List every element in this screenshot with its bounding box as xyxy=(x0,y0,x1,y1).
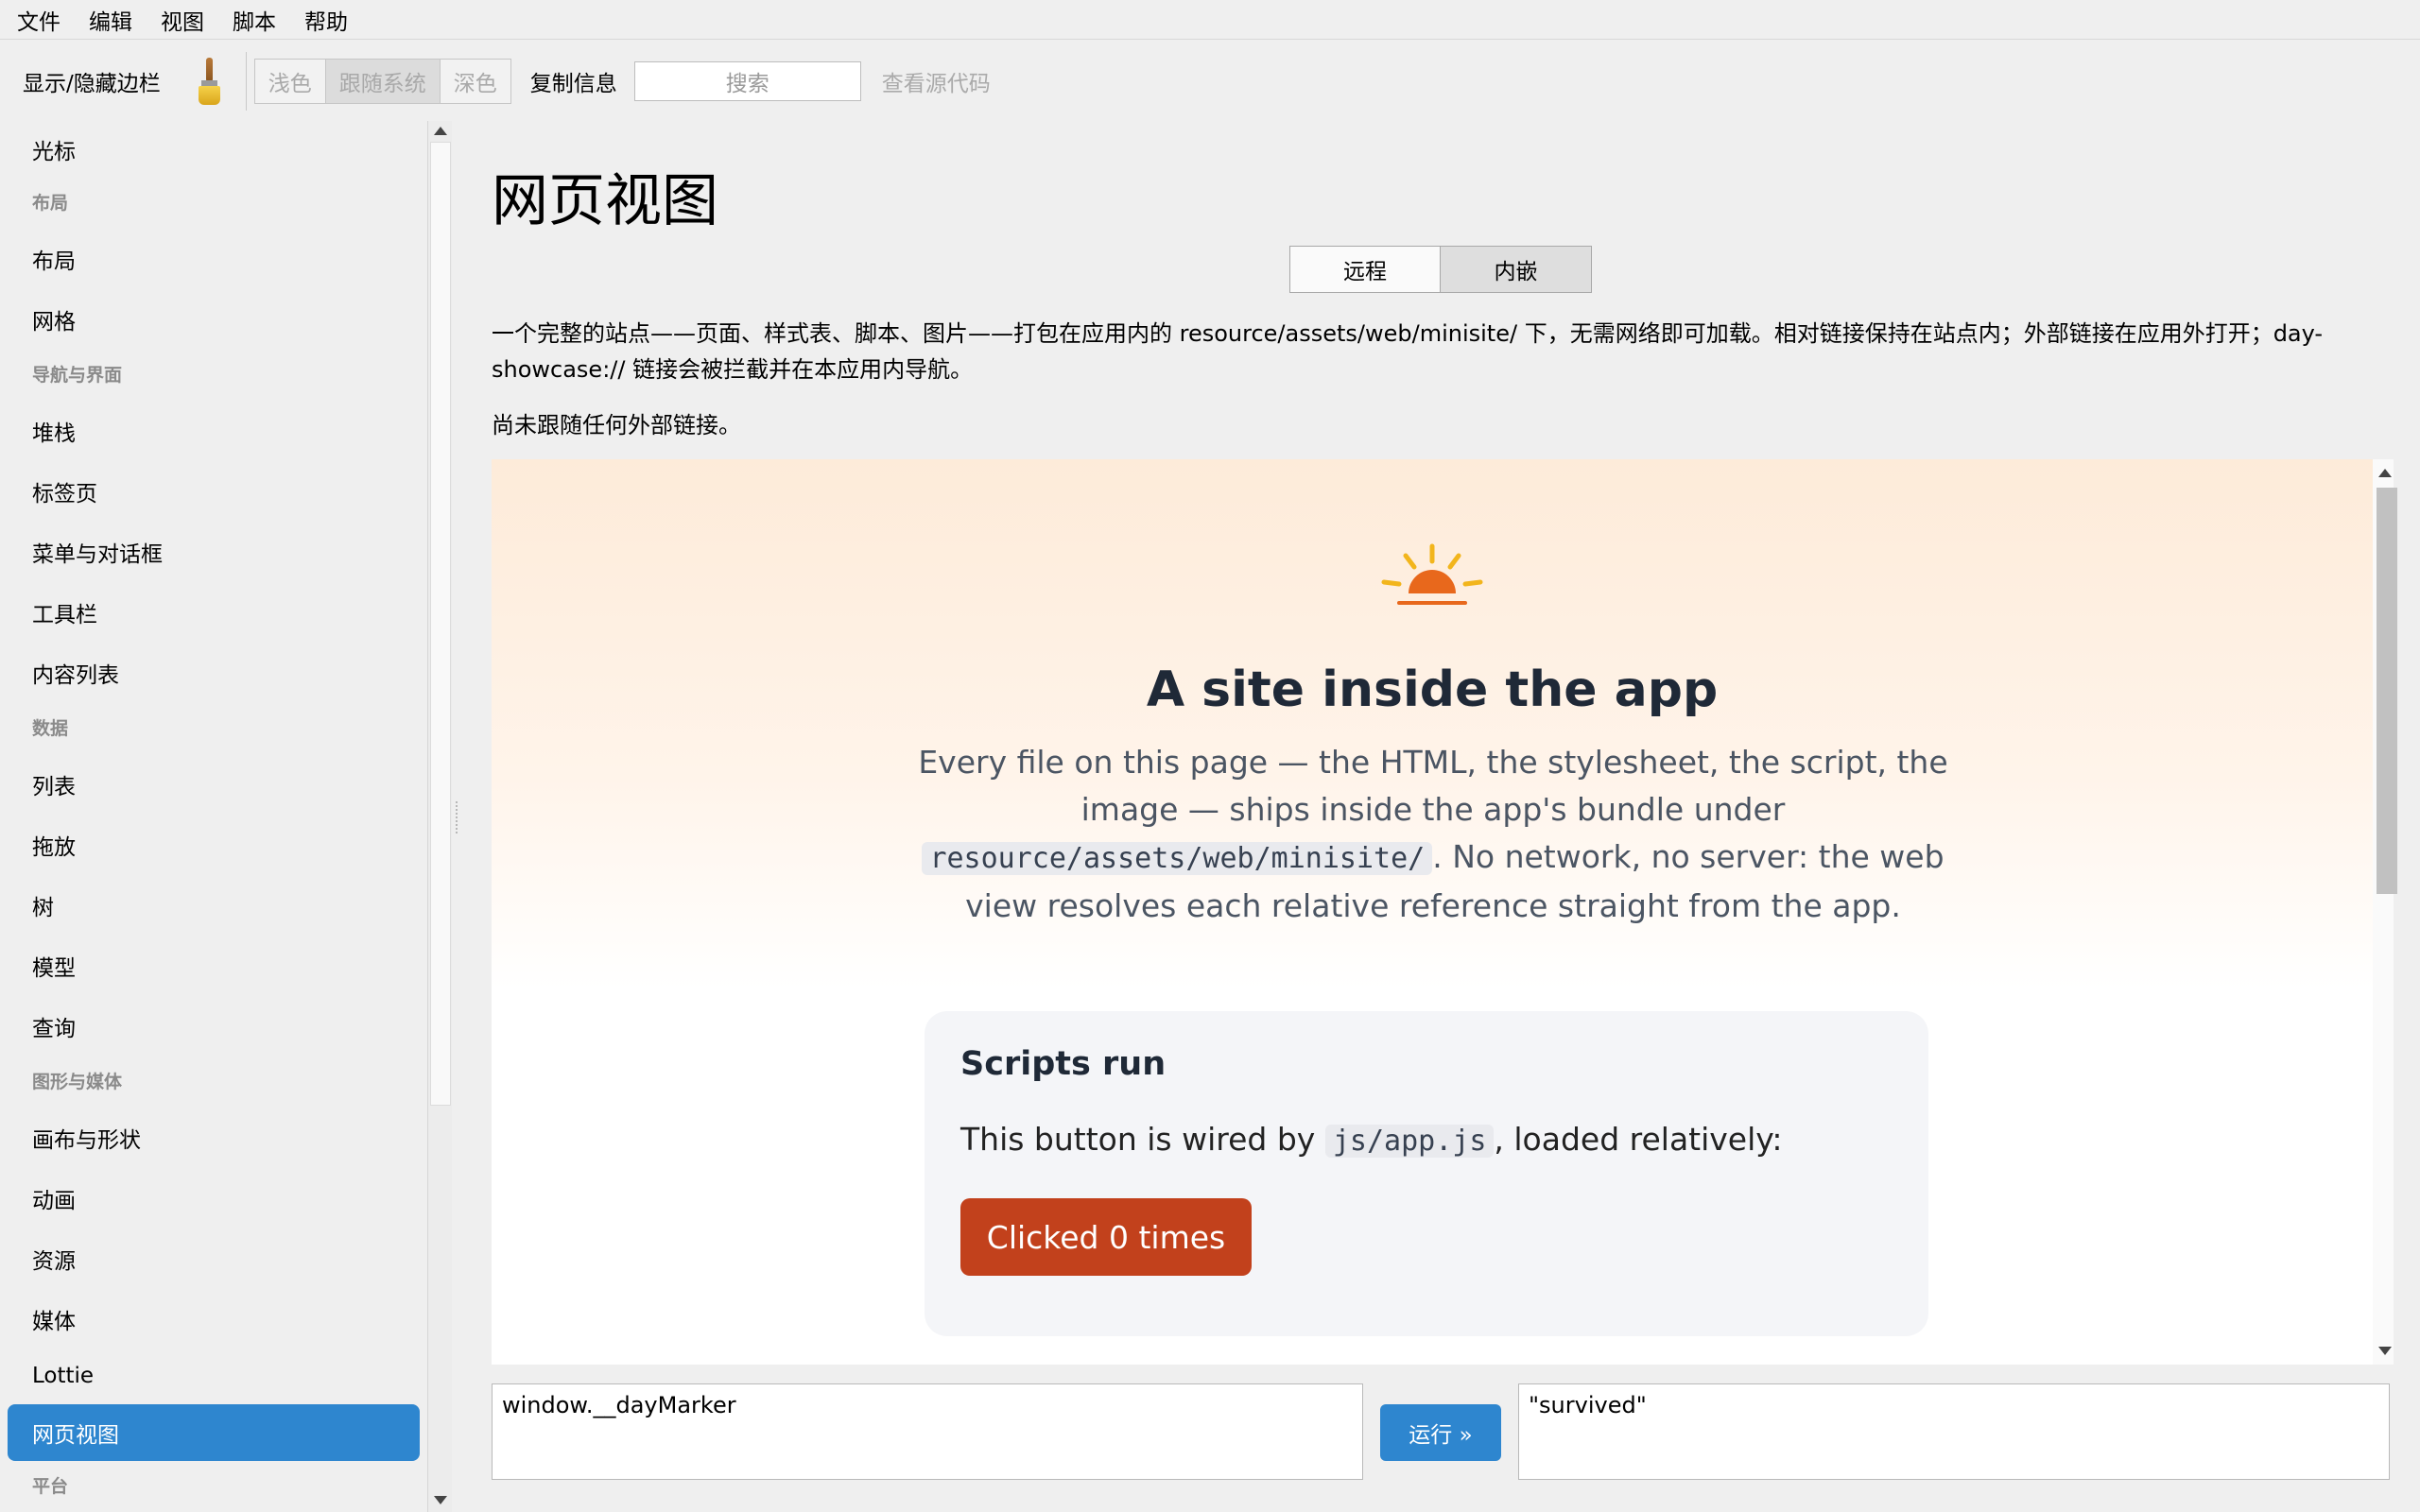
sidebar-item-label: 光标 xyxy=(32,140,76,164)
theme-light-button[interactable]: 浅色 xyxy=(253,59,326,104)
view-source-button[interactable]: 查看源代码 xyxy=(882,65,991,97)
card-text: This button is wired by js/app.js, loade… xyxy=(960,1121,1783,1158)
sidebar-item-label: 网页视图 xyxy=(32,1423,119,1448)
scroll-down-icon[interactable] xyxy=(434,1496,447,1504)
scripts-card: Scripts run This button is wired by js/a… xyxy=(925,1011,1928,1336)
script-input[interactable]: window.__dayMarker xyxy=(492,1383,1363,1480)
scroll-up-icon[interactable] xyxy=(2378,469,2392,477)
toolbar-separator xyxy=(245,52,247,111)
card-title: Scripts run xyxy=(960,1045,1167,1083)
sidebar-section-graphics: 图形与媒体 xyxy=(32,1072,123,1092)
sidebar-item-label: 布局 xyxy=(32,249,76,274)
sidebar-section-data: 数据 xyxy=(32,718,69,739)
paintbrush-icon[interactable] xyxy=(193,58,225,105)
run-button[interactable]: 运行 » xyxy=(1380,1404,1501,1461)
sidebar-item-tree[interactable]: 树 xyxy=(8,877,420,934)
hero-text: Every file on this page — the HTML, the … xyxy=(913,739,1953,930)
sidebar-item-animation[interactable]: 动画 xyxy=(8,1170,420,1227)
sidebar-section-platform: 平台 xyxy=(32,1476,69,1497)
sidebar-item-model[interactable]: 模型 xyxy=(8,937,420,994)
sidebar-section-layout: 布局 xyxy=(32,193,69,214)
sidebar-item-resources[interactable]: 资源 xyxy=(8,1230,420,1287)
card-text-part: , loaded relatively: xyxy=(1494,1121,1783,1158)
click-counter-button[interactable]: Clicked 0 times xyxy=(960,1198,1252,1276)
menu-help[interactable]: 帮助 xyxy=(304,4,348,36)
sidebar-item-label: 查询 xyxy=(32,1017,76,1041)
menu-script[interactable]: 脚本 xyxy=(233,4,276,36)
hero-code-path: resource/assets/web/minisite/ xyxy=(922,842,1433,875)
sidebar-item-label: 资源 xyxy=(32,1249,76,1274)
theme-dark-button[interactable]: 深色 xyxy=(440,59,511,104)
sidebar-item-label: 菜单与对话框 xyxy=(32,542,163,567)
sidebar-item-drag-drop[interactable]: 拖放 xyxy=(8,816,420,873)
sidebar-item-label: 工具栏 xyxy=(32,603,97,627)
sidebar-item-media[interactable]: 媒体 xyxy=(8,1291,420,1348)
sidebar-item-canvas-shapes[interactable]: 画布与形状 xyxy=(8,1109,420,1166)
menu-view[interactable]: 视图 xyxy=(161,4,204,36)
script-output: "survived" xyxy=(1518,1383,2390,1480)
sidebar-section-navigation: 导航与界面 xyxy=(32,365,123,386)
sidebar-item-label: Lottie xyxy=(32,1364,95,1388)
sidebar-item-query[interactable]: 查询 xyxy=(8,998,420,1055)
sidebar-item-label: 网格 xyxy=(32,310,76,335)
sidebar-item-label: 列表 xyxy=(32,775,76,799)
page-description: 一个完整的站点——页面、样式表、脚本、图片——打包在应用内的 resource/… xyxy=(492,320,2324,383)
hero-section: A site inside the app Every file on this… xyxy=(492,459,2373,988)
menubar: 文件 编辑 视图 脚本 帮助 xyxy=(0,0,2420,40)
sidebar-item-webview[interactable]: 网页视图 xyxy=(8,1404,420,1461)
hero-title: A site inside the app xyxy=(1146,662,1719,718)
webview-scrollbar[interactable] xyxy=(2373,459,2397,1365)
mode-selector: 远程 内嵌 xyxy=(1289,246,1592,293)
sidebar-item-content-list[interactable]: 内容列表 xyxy=(8,644,420,701)
toolbar: 显示/隐藏边栏 浅色 跟随系统 深色 复制信息 搜索 查看源代码 xyxy=(0,42,2420,121)
copy-info-button[interactable]: 复制信息 xyxy=(530,65,617,97)
main-panel: 网页视图 远程 内嵌 一个完整的站点——页面、样式表、脚本、图片——打包在应用内… xyxy=(459,121,2420,1512)
card-text-part: This button is wired by xyxy=(960,1121,1325,1158)
sidebar-item-grid[interactable]: 网格 xyxy=(8,291,420,348)
toggle-sidebar-button[interactable]: 显示/隐藏边栏 xyxy=(23,65,161,97)
sidebar-item-label: 堆栈 xyxy=(32,421,76,446)
sidebar-item-stack[interactable]: 堆栈 xyxy=(8,403,420,459)
page-title: 网页视图 xyxy=(492,168,718,234)
scroll-down-icon[interactable] xyxy=(2378,1347,2392,1355)
sidebar-scrollbar[interactable] xyxy=(427,121,452,1512)
menu-edit[interactable]: 编辑 xyxy=(89,4,132,36)
sidebar-item-menus-dialogs[interactable]: 菜单与对话框 xyxy=(8,524,420,580)
scroll-up-icon[interactable] xyxy=(434,127,447,135)
sidebar-item-label: 动画 xyxy=(32,1189,76,1213)
web-view[interactable]: A site inside the app Every file on this… xyxy=(492,459,2373,1365)
sidebar-item-list[interactable]: 列表 xyxy=(8,756,420,813)
sidebar-item-toolbar[interactable]: 工具栏 xyxy=(8,584,420,641)
sidebar-item-label: 画布与形状 xyxy=(32,1128,141,1153)
sidebar-item-layout[interactable]: 布局 xyxy=(8,231,420,287)
sidebar-item-label: 模型 xyxy=(32,956,76,981)
card-code: js/app.js xyxy=(1324,1125,1495,1158)
link-status-text: 尚未跟随任何外部链接。 xyxy=(492,412,741,438)
menu-file[interactable]: 文件 xyxy=(17,4,60,36)
sunrise-icon xyxy=(1381,543,1483,605)
sidebar-item-label: 内容列表 xyxy=(32,663,119,688)
theme-selector: 浅色 跟随系统 深色 xyxy=(253,59,511,104)
hero-text-part: Every file on this page — the HTML, the … xyxy=(918,744,1948,828)
scrollbar-thumb[interactable] xyxy=(2377,488,2397,894)
sidebar-item-lottie[interactable]: Lottie xyxy=(8,1348,420,1404)
mode-remote-button[interactable]: 远程 xyxy=(1289,246,1441,293)
scrollbar-thumb[interactable] xyxy=(430,142,451,1106)
sidebar-item-label: 树 xyxy=(32,896,54,920)
sidebar-item-label: 标签页 xyxy=(32,482,97,507)
sidebar-item-label: 拖放 xyxy=(32,835,76,860)
sidebar-item-tabs[interactable]: 标签页 xyxy=(8,463,420,520)
mode-embedded-button[interactable]: 内嵌 xyxy=(1441,246,1592,293)
sidebar-item-cursor[interactable]: 光标 xyxy=(8,121,420,178)
theme-system-button[interactable]: 跟随系统 xyxy=(325,59,441,104)
sidebar-item-label: 媒体 xyxy=(32,1310,76,1334)
sidebar: 光标 布局 布局 网格 导航与界面 堆栈 标签页 菜单与对话框 工具栏 内容列表… xyxy=(0,121,427,1512)
search-input[interactable]: 搜索 xyxy=(633,61,861,101)
